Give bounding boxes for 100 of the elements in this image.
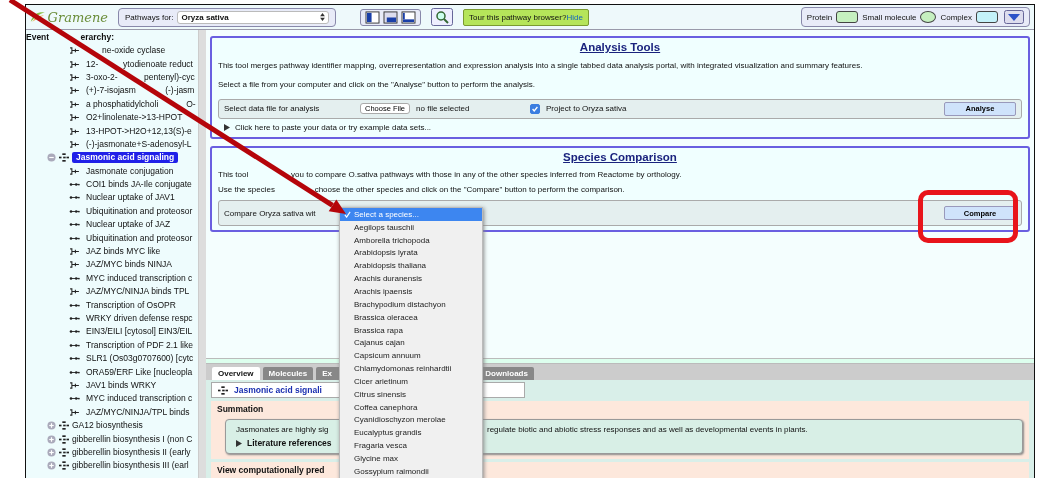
dropdown-option[interactable]: Gossypium raimondii — [340, 464, 482, 478]
dropdown-icon[interactable] — [1004, 10, 1024, 24]
pathway-item[interactable]: gibberellin biosynthesis II (early — [72, 446, 191, 458]
sidebar-title: Event — [26, 32, 50, 42]
reaction-icon — [69, 60, 80, 68]
event-item[interactable]: pentenyl)-cyc — [144, 71, 195, 83]
event-item[interactable]: SLR1 (Os03g0707600) [cytc — [86, 353, 194, 365]
event-item[interactable]: a phosphatidylcholi — [86, 98, 159, 109]
dropdown-option[interactable]: Chlamydomonas reinhardtii — [340, 362, 482, 375]
summation-text: regulate biotic and abiotic stress responses and as well as developmental events in plants. — [487, 425, 808, 434]
pathway-item[interactable]: gibberellin biosynthesis III (earl — [72, 460, 189, 472]
dropdown-option[interactable]: Capsicum annuum — [340, 349, 482, 363]
dropdown-option[interactable]: Brachypodium distachyon — [340, 297, 482, 311]
instruction-text: choose the other species and click on the "Compare" button to perform the comparison. — [314, 185, 625, 195]
event-item[interactable]: JAV1 binds WRKY — [86, 379, 157, 391]
pathway-item[interactable]: gibberellin biosynthesis I (non C — [72, 433, 193, 445]
event-item[interactable]: Nuclear uptake of JAZ — [86, 219, 171, 231]
event-item[interactable]: JAZ binds MYC like — [86, 246, 161, 258]
dropdown-option[interactable]: Brassica oleracea — [340, 310, 482, 324]
checkbox[interactable] — [530, 103, 541, 114]
updown-arrows-icon[interactable] — [320, 13, 325, 21]
description-text: you to compare O.sativa pathways with those in any of the other species inferred from Reactome by orthology. — [291, 170, 682, 180]
event-item[interactable]: (-)-jasmonate+S-adenosyl-L — [86, 138, 192, 150]
blackbox-icon — [69, 221, 80, 229]
event-item[interactable]: MYC induced transcription c — [86, 272, 193, 284]
blackbox-icon — [69, 395, 80, 403]
pathway-icon — [59, 421, 69, 431]
pathway-item[interactable]: Jasmonic acid signaling — [72, 152, 179, 164]
expand-triangle-icon[interactable] — [236, 439, 242, 447]
event-item[interactable]: Jasmonate conjugation — [86, 165, 174, 177]
event-item[interactable]: Ubiquitination and proteosor — [86, 232, 193, 244]
dropdown-option[interactable]: Coffea canephora — [340, 400, 482, 414]
dropdown-option[interactable]: Fragaria vesca — [340, 439, 482, 453]
layout-bottom-icon[interactable] — [383, 10, 398, 24]
dropdown-option[interactable]: Arachis duranensis — [340, 272, 482, 286]
pathway-item[interactable]: GA12 biosynthesis — [72, 420, 143, 432]
dropdown-option[interactable]: Arachis ipaensis — [340, 285, 482, 298]
pathway-icon — [59, 461, 69, 471]
tab[interactable]: Molecules — [262, 367, 314, 380]
reaction-icon — [69, 114, 80, 122]
event-item[interactable]: O2+linolenate->13-HPOT — [86, 112, 183, 124]
reaction-icon — [69, 248, 80, 256]
event-item[interactable]: O- — [186, 98, 196, 110]
molecule-swatch — [920, 11, 937, 23]
layout-left-icon[interactable] — [365, 10, 380, 24]
event-item[interactable]: JAZ/MYC/NINJA/TPL binds — [86, 406, 190, 418]
description-text: This tool merges pathway identifier mapping, overrepresentation and expression analysis into a single tabbed data analysis portal, with integrated visualization and summary features. — [218, 60, 863, 71]
complex-swatch — [976, 11, 998, 23]
event-item[interactable]: Transcription of OsOPR — [86, 299, 176, 311]
species-select[interactable]: Oryza sativa — [177, 10, 329, 24]
paste-data-link[interactable]: Click here to paste your data or try example data sets... — [235, 122, 432, 133]
event-item[interactable]: 3-oxo-2- — [86, 71, 118, 82]
blackbox-icon — [69, 274, 80, 282]
dropdown-option[interactable]: Brassica rapa — [340, 323, 482, 337]
event-item[interactable]: Nuclear uptake of JAV1 — [86, 192, 175, 204]
dropdown-option[interactable]: Cyanidioschyzon merolae — [340, 413, 482, 427]
dropdown-option[interactable]: Glycine max — [340, 452, 482, 465]
dropdown-option[interactable]: Citrus sinensis — [340, 387, 482, 401]
event-item[interactable]: JAZ/MYC/NINJA binds TPL — [86, 286, 190, 298]
event-item[interactable]: WRKY driven defense respc — [86, 313, 193, 324]
event-item[interactable]: EIN3/EILI [cytosol] EIN3/EIL — [86, 326, 193, 338]
dropdown-option[interactable]: Arabidopsis thaliana — [340, 259, 482, 273]
reaction-icon — [69, 140, 80, 148]
dropdown-option[interactable]: Cicer arietinum — [340, 374, 482, 388]
expand-triangle-icon[interactable] — [224, 124, 230, 131]
event-item[interactable]: (-)-jasm — [165, 85, 195, 97]
layout-corner-icon[interactable] — [401, 10, 416, 24]
compare-label: Compare Oryza sativa wit — [224, 208, 316, 218]
tab[interactable]: Overview — [212, 367, 260, 380]
event-item[interactable]: Ubiquitination and proteosor — [86, 205, 193, 217]
checkmark-icon — [343, 210, 351, 218]
search-icon[interactable] — [431, 8, 453, 26]
section-title: Summation — [217, 404, 264, 414]
logo[interactable]: Gramene — [30, 9, 108, 25]
event-item[interactable]: ne-oxide cyclase — [102, 45, 166, 57]
event-item[interactable]: ytodienoate reduct — [123, 58, 193, 70]
event-item[interactable]: (+)-7-isojasm — [86, 85, 136, 96]
blackbox-icon — [69, 194, 80, 202]
event-item[interactable]: 12- — [86, 58, 99, 69]
blackbox-icon — [69, 234, 80, 242]
dropdown-option[interactable]: Arabidopsis lyrata — [340, 246, 482, 260]
pathway-icon — [59, 434, 69, 444]
dropdown-option[interactable]: Eucalyptus grandis — [340, 426, 482, 440]
event-item[interactable]: Transcription of PDF 2.1 like — [86, 339, 193, 351]
dropdown-option[interactable]: Amborella trichopoda — [340, 233, 482, 247]
pathway-title: Jasmonic acid signali — [234, 385, 322, 395]
event-item[interactable]: MYC induced transcription c — [86, 393, 193, 405]
event-item[interactable]: JAZ/MYC binds NINJA — [86, 259, 172, 271]
event-item[interactable]: COI1 binds JA-Ile conjugate — [86, 179, 192, 191]
dropdown-option[interactable]: Aegilops tauschii — [340, 220, 482, 234]
event-item[interactable]: ORA59/ERF Like [nucleopla — [86, 366, 193, 378]
panel-title: Species Comparison — [563, 150, 677, 163]
blackbox-icon — [69, 207, 80, 215]
scrollbar[interactable] — [198, 30, 206, 478]
instruction-text: Select a file from your computer and click on the "Analyse" button to perform the analysis. — [218, 79, 535, 90]
dropdown-option[interactable]: Cajanus cajan — [340, 336, 482, 350]
event-item[interactable]: 13-HPOT->H2O+12,13(S)-e — [86, 125, 192, 137]
dropdown-option[interactable]: Select a species... — [340, 208, 482, 221]
hide-link[interactable]: Hide — [566, 12, 583, 22]
literature-references-toggle[interactable]: Literature references — [247, 438, 332, 448]
